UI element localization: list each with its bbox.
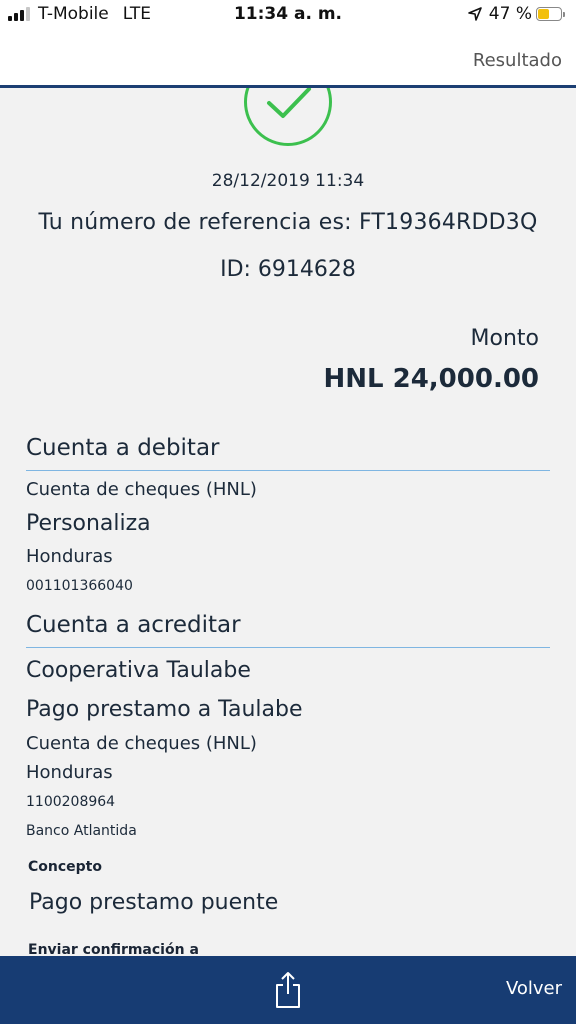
- credit-account-type: Cuenta de cheques (HNL): [26, 733, 257, 754]
- credit-country: Honduras: [26, 762, 113, 783]
- share-button[interactable]: [270, 970, 306, 1010]
- transaction-id: ID: 6914628: [220, 257, 356, 282]
- back-button[interactable]: Volver: [506, 978, 562, 999]
- receipt-content[interactable]: 28/12/2019 11:34 Tu número de referencia…: [0, 88, 576, 956]
- status-bar: T-Mobile LTE 11:34 a. m. 47 %: [0, 0, 576, 30]
- battery-icon: [536, 7, 565, 21]
- concept-label: Concepto: [28, 859, 102, 875]
- checkmark-icon: [267, 88, 311, 118]
- page-title: Resultado: [472, 50, 562, 71]
- credit-section-title: Cuenta a acreditar: [26, 612, 241, 638]
- share-icon: [276, 972, 300, 1008]
- amount-label: Monto: [470, 326, 539, 351]
- debit-section-title: Cuenta a debitar: [26, 435, 220, 461]
- credit-account-number: 1100208964: [26, 794, 116, 810]
- status-right: 47 %: [467, 4, 565, 24]
- success-check-icon: [244, 88, 332, 146]
- credit-description: Pago prestamo a Taulabe: [26, 697, 303, 722]
- bottom-bar: Volver: [0, 956, 576, 1024]
- credit-account-name: Cooperativa Taulabe: [26, 658, 251, 683]
- concept-value: Pago prestamo puente: [29, 890, 279, 915]
- reference-number: Tu número de referencia es: FT19364RDD3Q: [38, 210, 538, 235]
- debit-account-number: 001101366040: [26, 578, 133, 594]
- credit-bank: Banco Atlantida: [26, 823, 137, 839]
- location-arrow-icon: [467, 7, 482, 21]
- debit-account-name: Personaliza: [26, 511, 151, 536]
- debit-country: Honduras: [26, 546, 113, 567]
- nav-bar: Resultado: [0, 30, 576, 88]
- debit-account-type: Cuenta de cheques (HNL): [26, 479, 257, 500]
- screen: T-Mobile LTE 11:34 a. m. 47 % Resultado …: [0, 0, 576, 1024]
- battery-fill: [538, 9, 550, 19]
- transaction-date: 28/12/2019 11:34: [211, 171, 365, 191]
- debit-divider: [26, 470, 550, 471]
- battery-percent: 47 %: [488, 4, 532, 24]
- amount-value: HNL 24,000.00: [323, 364, 539, 394]
- credit-divider: [26, 647, 550, 648]
- confirmation-label: Enviar confirmación a: [28, 942, 199, 956]
